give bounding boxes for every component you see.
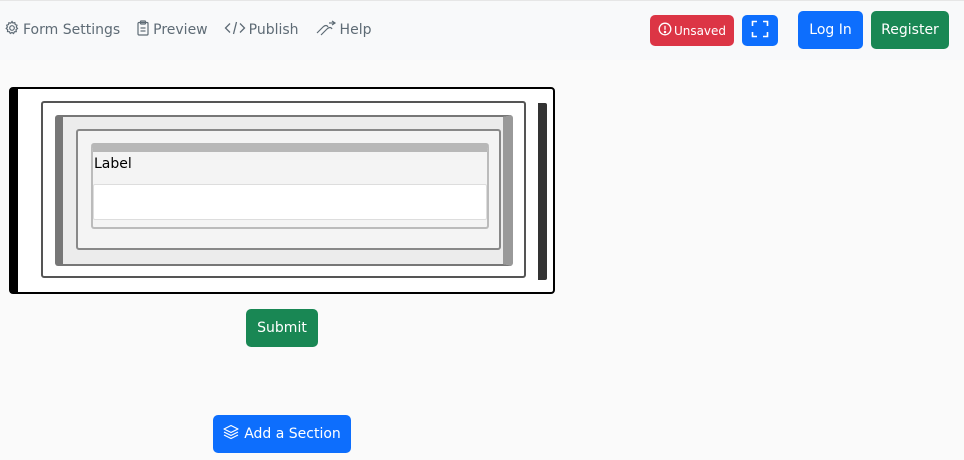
add-section-label: Add a Section bbox=[244, 426, 341, 442]
form-settings-label: Form Settings bbox=[23, 22, 121, 38]
alert-circle-icon bbox=[658, 22, 674, 39]
unsaved-label: Unsaved bbox=[673, 23, 727, 38]
form-section[interactable]: Label bbox=[41, 101, 526, 278]
fullscreen-icon bbox=[751, 20, 769, 42]
form-row[interactable]: Label bbox=[55, 115, 513, 266]
toolbar-nav: Form Settings Preview Publish Help bbox=[4, 20, 387, 40]
preview-link[interactable]: Preview bbox=[136, 20, 208, 40]
login-button[interactable]: Log In bbox=[798, 11, 863, 49]
register-button[interactable]: Register bbox=[871, 11, 949, 49]
fullscreen-button[interactable] bbox=[742, 15, 778, 46]
publish-label: Publish bbox=[248, 22, 299, 38]
field-label: Label bbox=[94, 156, 132, 172]
top-toolbar: Form Settings Preview Publish Help Unsav… bbox=[0, 0, 964, 60]
form-canvas[interactable]: Label bbox=[9, 87, 555, 294]
publish-link[interactable]: Publish bbox=[224, 20, 299, 40]
form-settings-link[interactable]: Form Settings bbox=[4, 20, 120, 40]
help-label: Help bbox=[339, 22, 372, 38]
code-icon bbox=[224, 20, 249, 40]
form-column[interactable]: Label bbox=[76, 129, 501, 250]
gear-icon bbox=[4, 20, 23, 40]
clipboard-icon bbox=[136, 20, 153, 40]
unsaved-status-button[interactable]: Unsaved bbox=[650, 15, 734, 46]
form-field[interactable]: Label bbox=[91, 143, 489, 229]
submit-button[interactable]: Submit bbox=[246, 309, 318, 347]
layers-icon bbox=[223, 424, 244, 444]
field-input[interactable] bbox=[93, 184, 487, 220]
section-drag-handle[interactable] bbox=[538, 103, 547, 280]
help-link[interactable]: Help bbox=[315, 20, 372, 40]
help-icon bbox=[315, 20, 340, 40]
preview-label: Preview bbox=[153, 22, 208, 38]
add-section-button[interactable]: Add a Section bbox=[213, 415, 351, 453]
